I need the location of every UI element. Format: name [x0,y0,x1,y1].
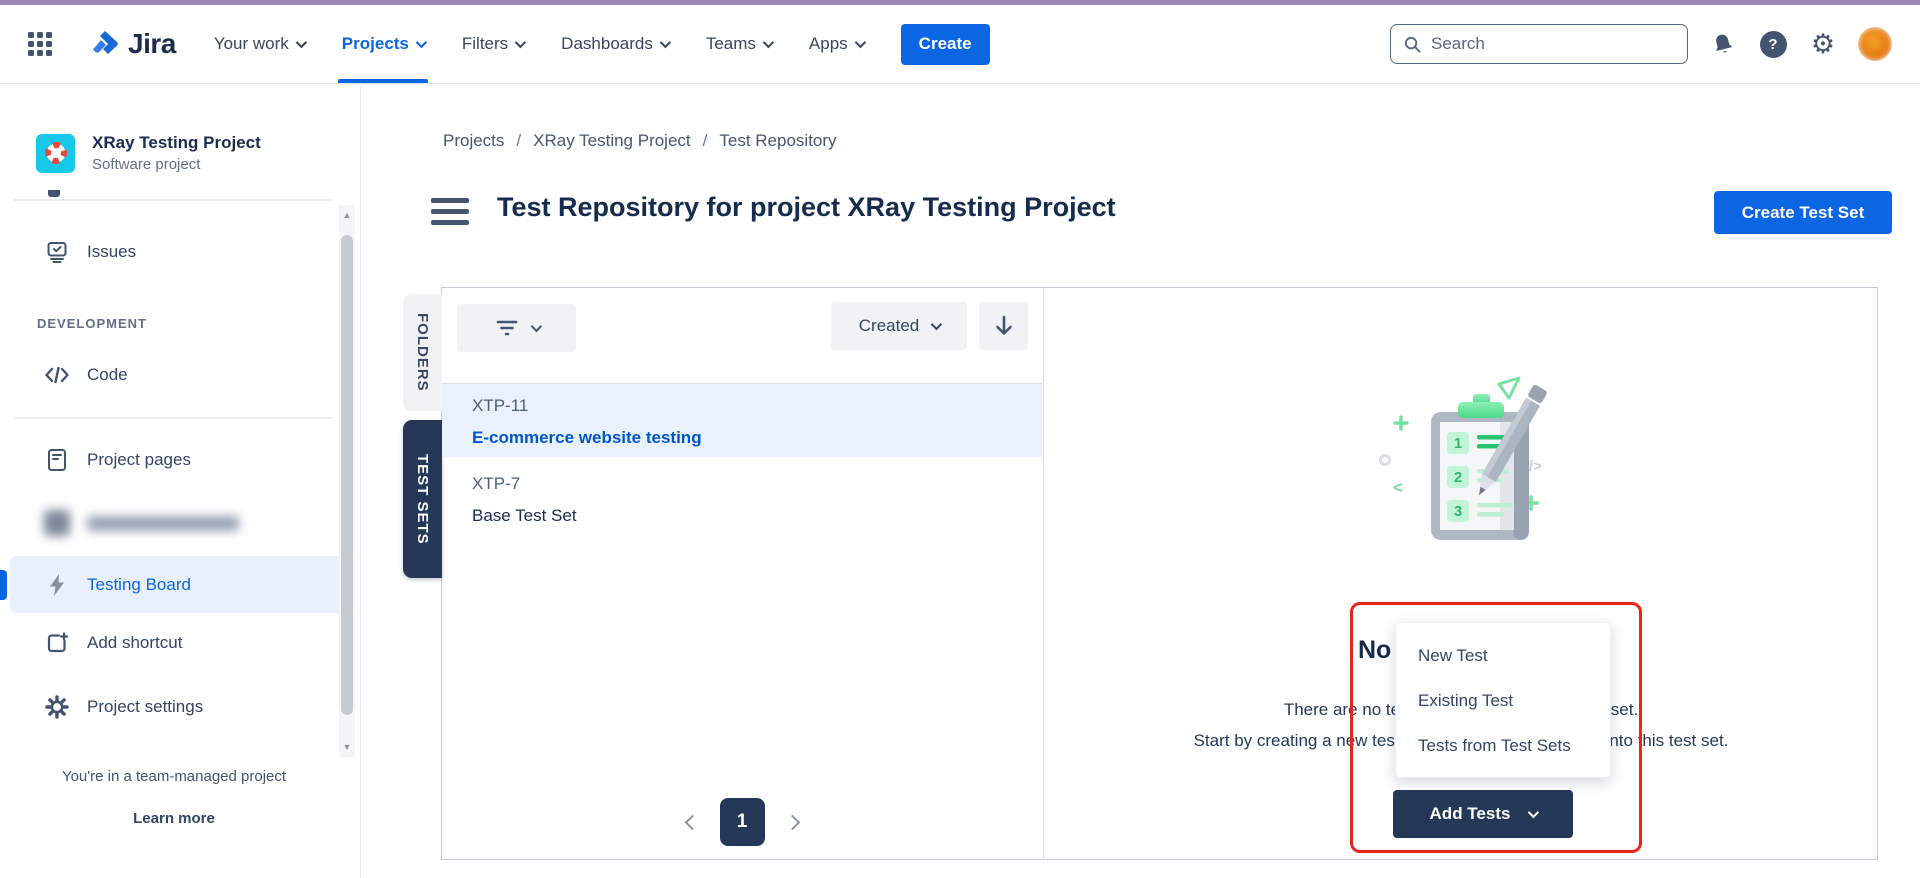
learn-more-link[interactable]: Learn more [0,810,348,827]
add-tests-dropdown-menu: New Test Existing Test Tests from Test S… [1395,622,1611,778]
nav-item-teams[interactable]: Teams [706,5,771,83]
project-sidebar: XRay Testing Project Software project Is… [0,85,361,878]
chevron-down-icon [763,37,774,48]
search-icon [1403,35,1422,54]
sidebar-item-project-settings[interactable]: Project settings [0,685,348,729]
redacted-app-icon [44,510,70,536]
active-item-indicator [0,570,7,600]
empty-state-illustration: < /> 1 2 3 [1361,368,1561,568]
filter-icon [495,317,519,339]
pages-icon [44,447,70,473]
breadcrumb-project-name[interactable]: XRay Testing Project [533,131,690,151]
arrow-down-icon [994,315,1014,337]
filter-button[interactable] [457,304,576,352]
project-type: Software project [92,156,261,173]
breadcrumb: Projects / XRay Testing Project / Test R… [443,131,837,151]
sidebar-item-redacted[interactable] [0,501,348,545]
svg-text:2: 2 [1454,469,1462,486]
search-input[interactable]: Search [1390,24,1688,64]
chevron-down-icon [854,37,865,48]
project-name: XRay Testing Project [92,133,261,153]
breadcrumb-test-repository[interactable]: Test Repository [719,131,836,151]
pagination: 1 [442,798,1042,846]
search-placeholder: Search [1431,34,1485,54]
nav-item-projects[interactable]: Projects [342,5,424,83]
panel-divider [1043,288,1044,859]
breadcrumb-projects[interactable]: Projects [443,131,504,151]
menu-item-existing-test[interactable]: Existing Test [1396,678,1610,723]
divider [14,417,332,419]
add-tests-button[interactable]: Add Tests [1393,790,1573,838]
tab-folders[interactable]: FOLDERS [403,294,442,411]
jira-logo-icon [90,29,120,59]
app-switcher-icon[interactable] [28,32,52,56]
issue-title[interactable]: Base Test Set [472,506,1042,526]
help-icon[interactable]: ? [1758,29,1788,59]
issue-title[interactable]: E-commerce website testing [472,428,1042,448]
chevron-down-icon [660,37,671,48]
next-page-icon[interactable] [784,814,800,830]
test-set-row[interactable]: XTP-11 E-commerce website testing [442,384,1042,457]
add-shortcut-icon [44,630,70,656]
nav-item-dashboards[interactable]: Dashboards [561,5,668,83]
divider [14,199,332,201]
issue-key: XTP-7 [472,474,1042,494]
sidebar-item-add-shortcut[interactable]: Add shortcut [0,621,348,665]
gear-icon [44,694,70,720]
user-avatar[interactable] [1858,27,1892,61]
previous-page-icon[interactable] [684,814,700,830]
question-mark: ? [1768,36,1777,53]
notifications-bell-icon[interactable] [1708,29,1738,59]
redacted-label [87,516,239,531]
top-navbar: Jira Your work Projects Filters Dashboar… [0,5,1920,84]
sidebar-item-code[interactable]: Code [0,353,348,397]
nav-item-apps[interactable]: Apps [809,5,863,83]
chevron-down-icon [530,321,541,332]
chevron-down-icon [515,37,526,48]
lightning-bolt-icon [44,572,70,598]
sidebar-section-development: DEVELOPMENT [37,316,147,331]
project-avatar-icon [36,134,75,173]
sort-direction-button[interactable] [979,302,1028,350]
test-repository-panel [441,287,1878,860]
project-header[interactable]: XRay Testing Project Software project [36,133,261,173]
jira-logo-text: Jira [128,28,176,60]
test-set-row[interactable]: XTP-7 Base Test Set [442,462,1042,535]
current-page-button[interactable]: 1 [720,798,765,846]
jira-logo[interactable]: Jira [90,28,176,60]
nav-item-filters[interactable]: Filters [462,5,523,83]
issue-key: XTP-11 [472,396,1042,416]
sidebar-item-project-pages[interactable]: Project pages [0,438,348,482]
tab-test-sets[interactable]: TEST SETS [403,420,442,578]
scrollbar-up-arrow[interactable]: ▲ [339,207,355,223]
chevron-down-icon [416,37,427,48]
repository-menu-icon[interactable] [431,198,469,225]
scrollbar-thumb[interactable] [341,235,353,715]
scrolled-partial-item [48,190,60,197]
page-title: Test Repository for project XRay Testing… [497,192,1116,223]
sidebar-scrollbar[interactable]: ▲ ▼ [339,205,355,757]
svg-text:3: 3 [1454,503,1462,520]
code-icon [44,362,70,388]
sidebar-item-issues[interactable]: Issues [0,230,348,274]
scrollbar-down-arrow[interactable]: ▼ [339,739,355,755]
settings-gear-icon[interactable]: ⚙ [1808,29,1838,59]
chevron-down-icon [1528,807,1539,818]
sidebar-item-testing-board[interactable]: Testing Board [10,556,348,613]
chevron-down-icon [296,37,307,48]
menu-item-new-test[interactable]: New Test [1396,633,1610,678]
svg-text:<: < [1393,478,1403,497]
menu-item-tests-from-test-sets[interactable]: Tests from Test Sets [1396,723,1610,768]
create-button[interactable]: Create [901,24,990,65]
sort-field-dropdown[interactable]: Created [831,302,967,350]
svg-text:1: 1 [1454,435,1462,452]
svg-text:/>: /> [1529,458,1542,475]
chevron-down-icon [931,319,942,330]
create-test-set-button[interactable]: Create Test Set [1714,191,1892,234]
nav-item-your-work[interactable]: Your work [214,5,304,83]
team-managed-note: You're in a team-managed project [0,768,348,785]
issues-icon [44,239,70,265]
